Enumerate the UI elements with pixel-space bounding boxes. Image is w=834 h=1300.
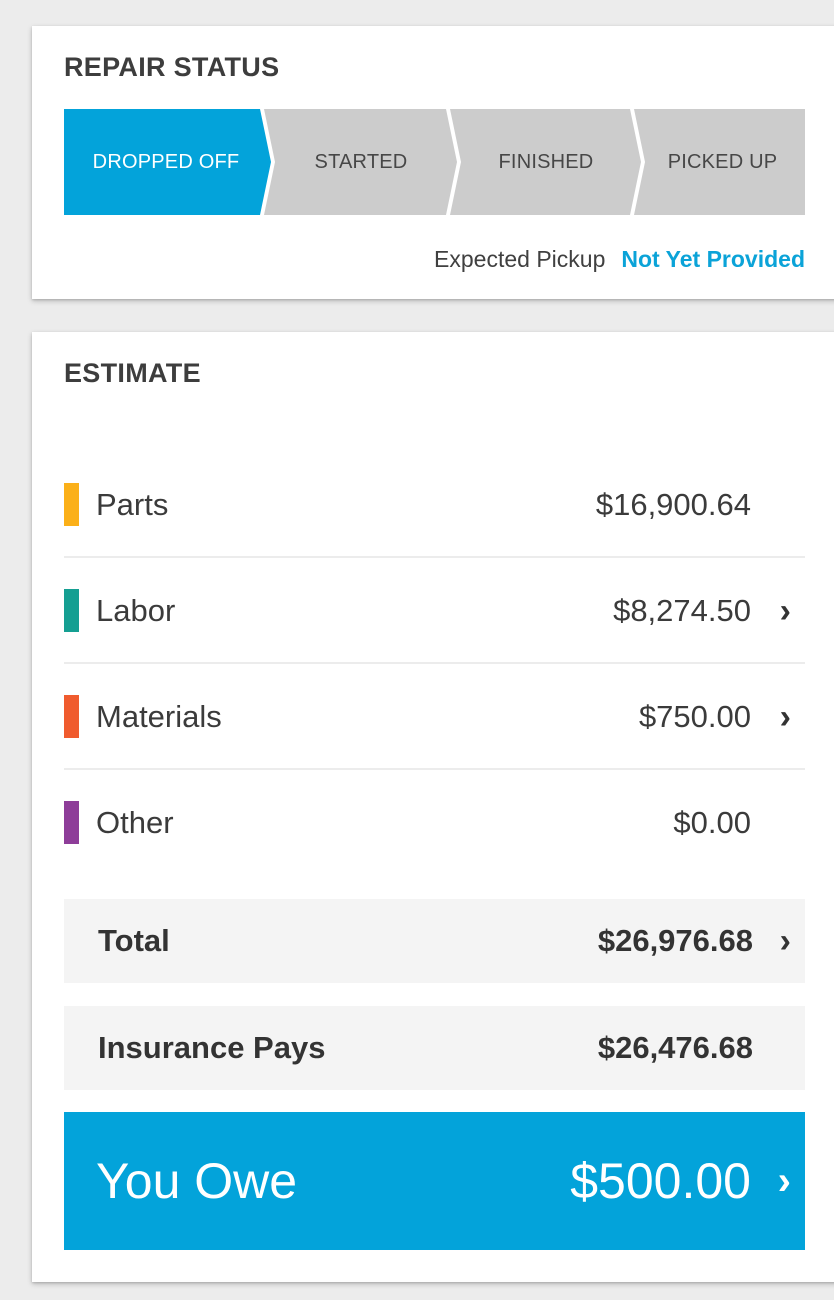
you-owe-label: You Owe: [96, 1153, 298, 1209]
you-owe-bar[interactable]: You Owe $500.00 ›: [64, 1112, 805, 1250]
estimate-title: ESTIMATE: [64, 358, 201, 388]
repair-status-card: REPAIR STATUS DROPPED OFF STARTED FINISH…: [32, 26, 834, 299]
estimate-row-label: Labor: [96, 593, 176, 628]
expected-pickup-label: Expected Pickup: [434, 246, 606, 272]
total-label: Total: [98, 923, 170, 958]
estimate-row-parts: Parts $16,900.64: [64, 452, 805, 558]
step-started: STARTED: [314, 151, 408, 173]
step-finished: FINISHED: [498, 151, 594, 173]
estimate-row-amount: $0.00: [673, 805, 751, 840]
parts-color-swatch: [64, 483, 79, 526]
estimate-row-label: Parts: [96, 487, 169, 522]
estimate-row-labor[interactable]: Labor $8,274.50 ›: [64, 558, 805, 664]
chevron-right-icon[interactable]: ›: [778, 1112, 791, 1250]
repair-status-stepper: DROPPED OFF STARTED FINISHED PICKED UP: [64, 109, 805, 215]
you-owe-amount: $500.00: [570, 1153, 751, 1209]
estimate-row-label: Other: [96, 805, 174, 840]
insurance-pays-label: Insurance Pays: [98, 1030, 326, 1065]
estimate-row-other: Other $0.00: [64, 770, 805, 876]
chevron-right-icon[interactable]: ›: [780, 664, 791, 770]
estimate-row-amount: $750.00: [638, 699, 751, 734]
labor-color-swatch: [64, 589, 79, 632]
step-picked-up: PICKED UP: [667, 151, 778, 173]
expected-pickup-value: Not Yet Provided: [621, 246, 805, 272]
estimate-row-label: Materials: [96, 699, 222, 734]
chevron-right-icon[interactable]: ›: [780, 558, 791, 664]
chevron-right-icon[interactable]: ›: [780, 899, 791, 983]
estimate-row-amount: $8,274.50: [613, 593, 751, 628]
repair-status-title: REPAIR STATUS: [64, 52, 280, 82]
estimate-row-materials[interactable]: Materials $750.00 ›: [64, 664, 805, 770]
insurance-pays-row: Insurance Pays $26,476.68: [64, 1006, 805, 1090]
step-dropped-off: DROPPED OFF: [92, 151, 240, 173]
insurance-pays-amount: $26,476.68: [597, 1030, 753, 1065]
estimate-card: ESTIMATE Parts $16,900.64 Labor $8,274.5…: [32, 332, 834, 1282]
total-amount: $26,976.68: [597, 923, 753, 958]
total-row[interactable]: Total $26,976.68 ›: [64, 899, 805, 983]
materials-color-swatch: [64, 695, 79, 738]
estimate-row-amount: $16,900.64: [595, 487, 751, 522]
other-color-swatch: [64, 801, 79, 844]
expected-pickup: Expected Pickup Not Yet Provided: [434, 246, 805, 273]
